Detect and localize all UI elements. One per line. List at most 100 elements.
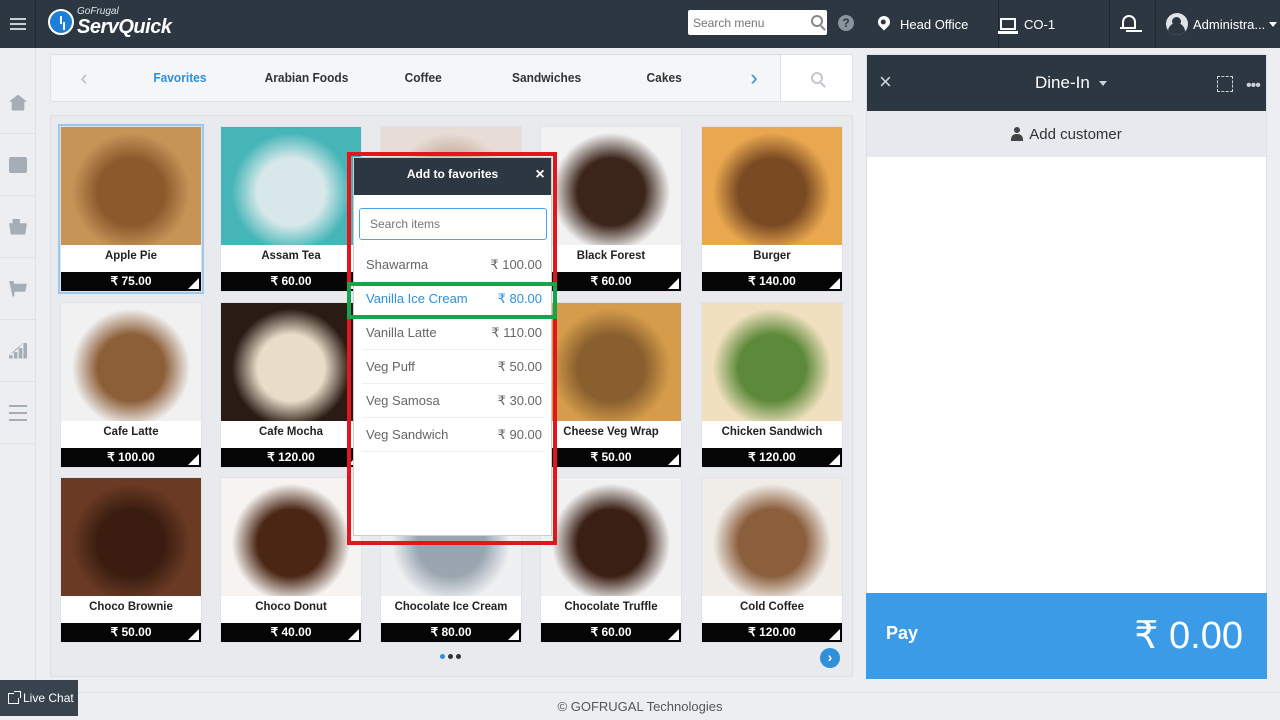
product-name: Cafe Mocha bbox=[258, 424, 323, 438]
tab-favorites[interactable]: Favorites bbox=[153, 55, 206, 101]
item-list: Shawarma ₹ 100.00 Vanilla Ice Cream ₹ 80.00… bbox=[362, 248, 545, 452]
dialog-header: Add to favorites × bbox=[354, 158, 551, 195]
live-chat-label: Live Chat bbox=[23, 691, 74, 705]
item-name: Veg Sandwich bbox=[366, 427, 449, 442]
product-card[interactable]: Assam Tea ₹ 60.00 bbox=[220, 126, 362, 292]
nav-home[interactable] bbox=[0, 72, 36, 134]
product-name: Chicken Sandwich bbox=[721, 424, 823, 438]
chevron-down-icon bbox=[1098, 81, 1107, 87]
close-icon[interactable]: × bbox=[879, 69, 892, 95]
hamburger-menu-button[interactable] bbox=[0, 0, 36, 48]
tab-arabian-foods[interactable]: Arabian Foods bbox=[265, 55, 349, 101]
list-item[interactable]: Shawarma ₹ 100.00 bbox=[362, 248, 545, 282]
avatar bbox=[1166, 13, 1188, 35]
product-image bbox=[541, 478, 681, 596]
product-card[interactable]: Cafe Latte ₹ 100.00 bbox=[60, 302, 202, 468]
app-logo[interactable]: GoFrugal ServQuick bbox=[48, 7, 172, 37]
product-card[interactable]: Chicken Sandwich ₹ 120.00 bbox=[701, 302, 843, 468]
page-dot[interactable] bbox=[456, 654, 461, 659]
scan-icon[interactable] bbox=[1217, 76, 1233, 92]
add-to-favorites-dialog: Add to favorites × Shawarma ₹ 100.00 Vanil… bbox=[353, 157, 552, 536]
external-link-icon bbox=[8, 690, 21, 704]
more-options-icon[interactable]: ••• bbox=[1246, 77, 1261, 95]
nav-settings[interactable] bbox=[0, 382, 36, 444]
live-chat-button[interactable]: Live Chat bbox=[0, 680, 78, 716]
category-bar: ‹ Favorites Arabian Foods Coffee Sandwiches… bbox=[50, 54, 853, 102]
product-price: ₹ 60.00 bbox=[541, 623, 681, 642]
product-name: Chocolate Ice Cream bbox=[394, 599, 508, 613]
add-customer-button[interactable]: Add customer bbox=[867, 111, 1266, 157]
list-item[interactable]: Vanilla Latte ₹ 110.00 bbox=[362, 316, 545, 350]
search-items-input[interactable] bbox=[359, 208, 547, 240]
list-item[interactable]: Veg Sandwich ₹ 90.00 bbox=[362, 418, 545, 452]
item-price: ₹ 50.00 bbox=[497, 358, 542, 374]
product-price: ₹ 120.00 bbox=[221, 448, 361, 467]
order-panel: × Dine-In ••• Add customer bbox=[866, 54, 1267, 678]
product-card[interactable]: Choco Donut ₹ 40.00 bbox=[220, 477, 362, 643]
product-name: Burger bbox=[753, 248, 791, 262]
nav-orders[interactable] bbox=[0, 134, 36, 196]
order-type-selector[interactable]: Dine-In bbox=[1035, 73, 1107, 93]
product-price: ₹ 120.00 bbox=[702, 623, 842, 642]
search-icon[interactable] bbox=[811, 15, 823, 27]
notifications-bell-icon[interactable] bbox=[1120, 14, 1136, 32]
list-item[interactable]: Veg Puff ₹ 50.00 bbox=[362, 350, 545, 384]
product-image bbox=[702, 127, 842, 245]
page-dot[interactable] bbox=[440, 654, 445, 659]
product-card[interactable]: Cold Coffee ₹ 120.00 bbox=[701, 477, 843, 643]
search-menu-input[interactable] bbox=[693, 15, 803, 30]
product-price: ₹ 120.00 bbox=[702, 448, 842, 467]
item-name: Veg Samosa bbox=[366, 393, 440, 408]
list-item[interactable]: Veg Samosa ₹ 30.00 bbox=[362, 384, 545, 418]
product-name: Assam Tea bbox=[261, 248, 321, 262]
cart-icon bbox=[9, 280, 27, 297]
search-menu-box[interactable] bbox=[688, 10, 827, 35]
product-card[interactable]: Apple Pie ₹ 75.00 bbox=[60, 126, 202, 292]
category-prev-button[interactable]: ‹ bbox=[51, 55, 117, 101]
product-price: ₹ 60.00 bbox=[221, 272, 361, 291]
product-card[interactable]: Chocolate Truffle ₹ 60.00 bbox=[540, 477, 682, 643]
footer: © GOFRUGAL Technologies bbox=[0, 692, 1280, 720]
item-name: Veg Puff bbox=[366, 359, 415, 374]
shopping-bag-icon bbox=[9, 218, 27, 235]
user-menu[interactable]: Administra... bbox=[1155, 0, 1280, 48]
chevron-down-icon bbox=[1269, 21, 1278, 27]
category-next-button[interactable]: › bbox=[721, 55, 787, 101]
search-icon bbox=[810, 72, 823, 84]
product-name: Choco Donut bbox=[255, 599, 327, 613]
pay-button[interactable]: Pay ₹ 0.00 bbox=[866, 593, 1267, 679]
help-icon[interactable]: ? bbox=[838, 15, 854, 31]
nav-delivery[interactable] bbox=[0, 196, 36, 258]
product-name: Cold Coffee bbox=[740, 599, 804, 613]
product-image bbox=[61, 303, 201, 421]
page-indicator[interactable] bbox=[440, 654, 461, 659]
item-price: ₹ 110.00 bbox=[491, 324, 542, 340]
counter-selector[interactable]: CO-1 bbox=[998, 0, 1110, 48]
product-card[interactable]: Burger ₹ 140.00 bbox=[701, 126, 843, 292]
close-icon[interactable]: × bbox=[533, 158, 547, 191]
location-selector[interactable]: Head Office bbox=[875, 0, 1000, 48]
product-image bbox=[221, 478, 361, 596]
next-page-button[interactable]: › bbox=[820, 648, 840, 668]
location-label: Head Office bbox=[900, 16, 969, 32]
tab-cakes[interactable]: Cakes bbox=[647, 55, 682, 101]
pos-terminal-icon bbox=[998, 18, 1018, 34]
selected-item-highlight-frame bbox=[347, 282, 557, 319]
tab-sandwiches[interactable]: Sandwiches bbox=[512, 55, 581, 101]
product-image bbox=[61, 478, 201, 596]
product-card[interactable]: Cafe Mocha ₹ 120.00 bbox=[220, 302, 362, 468]
product-card[interactable]: Choco Brownie ₹ 50.00 bbox=[60, 477, 202, 643]
product-card[interactable]: Black Forest ₹ 60.00 bbox=[540, 126, 682, 292]
product-image bbox=[221, 127, 361, 245]
product-image bbox=[61, 127, 201, 245]
copyright-text: © GOFRUGAL Technologies bbox=[557, 699, 723, 714]
product-card[interactable]: Cheese Veg Wrap ₹ 50.00 bbox=[540, 302, 682, 468]
nav-reports[interactable] bbox=[0, 320, 36, 382]
category-search-button[interactable] bbox=[780, 55, 852, 101]
nav-cart[interactable] bbox=[0, 258, 36, 320]
page-dot[interactable] bbox=[448, 654, 453, 659]
product-name: Cheese Veg Wrap bbox=[563, 424, 659, 438]
tab-coffee[interactable]: Coffee bbox=[405, 55, 442, 101]
sliders-icon bbox=[9, 404, 27, 421]
product-image bbox=[702, 478, 842, 596]
